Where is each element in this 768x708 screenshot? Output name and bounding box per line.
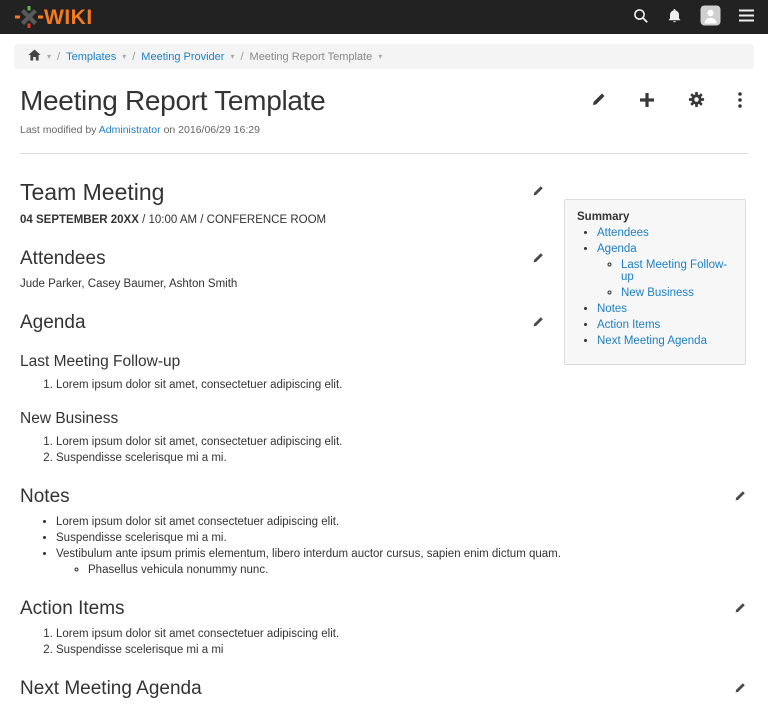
list-item: New Business [621,287,735,299]
search-icon [633,8,649,27]
edit-section-button[interactable] [532,252,546,267]
breadcrumb-item-current: Meeting Report Template [250,51,373,63]
brand-text: WIKI [44,7,93,28]
new-business-list: Lorem ipsum dolor sit amet, consectetuer… [20,436,748,464]
section-heading-action-items: Action Items [20,598,125,620]
list-item: Suspendisse scelerisque mi a mi. [56,532,748,544]
breadcrumb: ▾ / Templates ▾ / Meeting Provider ▾ / M… [14,44,754,69]
action-items-list: Lorem ipsum dolor sit amet consectetuer … [20,628,748,656]
modified-suffix: on 2016/06/29 16:29 [161,124,260,136]
edit-section-button[interactable] [734,490,748,505]
list-item: Lorem ipsum dolor sit amet consectetuer … [56,628,748,640]
xwiki-logo[interactable]: WIKI [14,5,93,29]
chevron-down-icon[interactable]: ▾ [378,53,382,61]
navbar-actions [633,5,754,29]
pencil-icon [532,316,544,331]
list-item: Attendees [597,227,735,239]
settings-button[interactable] [688,91,705,111]
list-item: Agenda Last Meeting Follow-up New Busine… [597,243,735,299]
edit-button[interactable] [591,92,606,110]
create-button[interactable] [639,92,655,111]
summary-panel: Summary Attendees Agenda Last Meeting Fo… [564,199,746,365]
menu-button[interactable] [739,9,754,25]
note-text: Vestibulum ante ipsum primis elementum, … [56,548,561,560]
list-item: Lorem ipsum dolor sit amet, consectetuer… [56,436,748,448]
page-title: Meeting Report Template [20,85,325,117]
summary-link-new-business[interactable]: New Business [621,287,694,299]
document-body: Summary Attendees Agenda Last Meeting Fo… [20,179,748,708]
avatar-icon [700,5,721,29]
section-heading-agenda: Agenda [20,312,86,334]
document-actions [591,91,748,111]
xwiki-logo-x-icon [14,5,44,29]
more-actions-button[interactable] [738,92,742,111]
pencil-icon [734,602,746,617]
pencil-icon [532,185,544,200]
list-item: Suspendisse scelerisque mi a mi. [56,452,748,464]
list-item: Next Meeting Agenda [597,335,735,347]
list-item: Vestibulum ante ipsum primis elementum, … [56,548,748,576]
notifications-button[interactable] [667,8,682,27]
meeting-time-place: / 10:00 AM / CONFERENCE ROOM [139,214,326,226]
breadcrumb-separator: / [57,51,60,63]
section-heading-attendees: Attendees [20,248,106,270]
section-heading-notes: Notes [20,486,70,508]
breadcrumb-home-link[interactable] [28,49,41,64]
section-heading-team-meeting: Team Meeting [20,179,164,206]
bell-icon [667,8,682,27]
user-avatar-button[interactable] [700,5,721,29]
edit-section-button[interactable] [532,316,546,331]
pencil-icon [532,252,544,267]
list-item: Lorem ipsum dolor sit amet, consectetuer… [56,379,748,391]
page-content: Meeting Report Template [0,69,768,708]
hamburger-icon [739,9,754,25]
pencil-icon [591,92,606,110]
section-heading-next-meeting: Next Meeting Agenda [20,678,202,700]
section-heading-new-business: New Business [20,410,748,428]
summary-link-next-meeting[interactable]: Next Meeting Agenda [597,335,707,347]
breadcrumb-item-templates[interactable]: Templates [66,51,116,63]
meeting-date: 04 SEPTEMBER 20XX [20,214,139,226]
chevron-down-icon[interactable]: ▾ [122,53,126,61]
chevron-down-icon[interactable]: ▾ [47,53,51,61]
notes-list: Lorem ipsum dolor sit amet consectetuer … [20,516,748,576]
last-modified-line: Last modified by Administrator on 2016/0… [20,124,748,136]
summary-title: Summary [577,211,735,223]
chevron-down-icon[interactable]: ▾ [230,53,234,61]
search-button[interactable] [633,8,649,27]
modified-user-link[interactable]: Administrator [99,124,161,136]
header-divider [20,153,748,154]
modified-prefix: Last modified by [20,124,99,136]
edit-section-button[interactable] [734,682,748,697]
plus-icon [639,92,655,111]
summary-link-attendees[interactable]: Attendees [597,227,649,239]
list-item: Phasellus vehicula nonummy nunc. [88,564,748,576]
list-item: Lorem ipsum dolor sit amet consectetuer … [56,516,748,528]
edit-section-button[interactable] [734,602,748,617]
list-item: Last Meeting Follow-up [621,259,735,283]
home-icon [28,49,41,64]
breadcrumb-item-meeting-provider[interactable]: Meeting Provider [141,51,224,63]
summary-link-action-items[interactable]: Action Items [597,319,660,331]
notes-sublist: Phasellus vehicula nonummy nunc. [56,564,748,576]
summary-link-follow-up[interactable]: Last Meeting Follow-up [621,259,727,283]
top-navbar: WIKI [0,0,768,34]
breadcrumb-separator: / [240,51,243,63]
follow-up-list: Lorem ipsum dolor sit amet, consectetuer… [20,379,748,391]
list-item: Suspendisse scelerisque mi a mi [56,644,748,656]
pencil-icon [734,682,746,697]
summary-link-notes[interactable]: Notes [597,303,627,315]
pencil-icon [734,490,746,505]
summary-link-agenda[interactable]: Agenda [597,243,637,255]
gear-icon [688,91,705,111]
ellipsis-icon [738,92,742,111]
list-item: Action Items [597,319,735,331]
breadcrumb-separator: / [132,51,135,63]
edit-section-button[interactable] [532,185,546,200]
list-item: Notes [597,303,735,315]
